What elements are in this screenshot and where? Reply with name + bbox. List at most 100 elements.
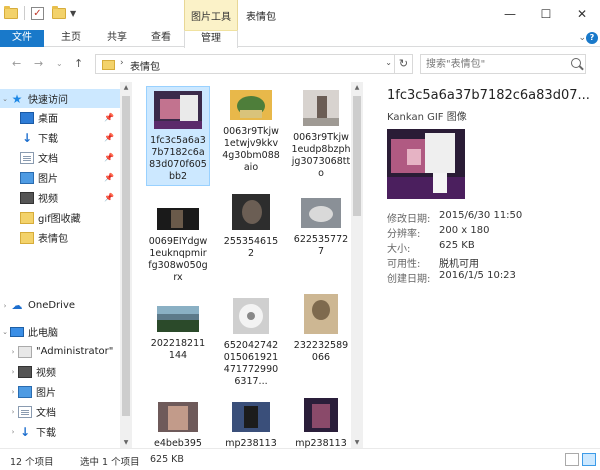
breadcrumb[interactable]: 表情包 [130, 58, 160, 73]
file-tile[interactable]: mp238113 [289, 394, 353, 448]
download-icon: ↓ [19, 424, 31, 439]
property-modified: 修改日期: 2015/6/30 11:50 [387, 210, 522, 225]
navigation-scrollbar[interactable]: ▲ ▼ [120, 82, 132, 448]
file-tile[interactable]: 202218211144 [146, 302, 210, 362]
property-key: 可用性: [387, 259, 421, 270]
up-arrow-icon[interactable]: ↑ [74, 57, 83, 70]
properties-icon[interactable]: ✓ [31, 6, 44, 20]
forward-arrow-icon[interactable]: → [34, 57, 43, 70]
pictures-icon [18, 385, 32, 398]
collapse-icon[interactable]: ⌄ [0, 95, 10, 103]
property-value[interactable]: 2015/6/30 11:50 [439, 210, 522, 225]
nav-administrator[interactable]: › "Administrator" [0, 342, 120, 361]
computer-icon [10, 326, 24, 337]
tab-view[interactable]: 查看 [140, 30, 182, 47]
file-tile[interactable]: 2553546152 [219, 190, 283, 260]
refresh-icon[interactable]: ↻ [394, 55, 412, 73]
minimize-button[interactable]: — [492, 0, 528, 28]
nav-label: 快速访问 [28, 95, 68, 106]
file-thumbnail [154, 91, 202, 129]
expand-icon[interactable]: › [8, 408, 18, 416]
file-tile[interactable]: 0069EIYdgw1euknqpmirfg308w050grx [146, 204, 210, 284]
nav-documents[interactable]: 文档 📌 [0, 148, 120, 167]
file-name: 652042742015061921471772990631​7... [223, 340, 279, 387]
tab-file[interactable]: 文件 [0, 30, 44, 47]
nav-pc-documents[interactable]: › 文档 [0, 402, 120, 421]
ribbon-tabs: 文件 主页 共享 查看 管理 ⌄ ? [0, 30, 600, 48]
scroll-down-icon[interactable]: ▼ [351, 439, 363, 446]
file-tile[interactable]: 0063r9Tkjw1etwjv9kkv4g30bm088aio [219, 86, 283, 174]
help-icon[interactable]: ? [586, 32, 598, 44]
scrollbar-thumb[interactable] [122, 96, 130, 416]
file-tile[interactable]: 0063r9Tkjw1eudp8bzphjg3073068tto [289, 86, 353, 180]
nav-pc-downloads[interactable]: › ↓ 下载 [0, 422, 120, 441]
breadcrumb-chevron-icon[interactable]: › [120, 58, 124, 68]
scroll-up-icon[interactable]: ▲ [120, 84, 132, 91]
nav-pictures[interactable]: 图片 📌 [0, 168, 120, 187]
navigation-pane: ⌄ ★ 快速访问 桌面 📌 ↓ 下载 📌 文档 📌 图片 📌 视频 📌 gif图… [0, 82, 120, 448]
property-key: 修改日期: [387, 214, 431, 225]
file-tile[interactable]: mp238113 [219, 398, 283, 448]
nav-quick-access[interactable]: ⌄ ★ 快速访问 [0, 89, 120, 108]
folder-icon [20, 211, 34, 224]
maximize-button[interactable]: ☐ [528, 0, 564, 28]
tab-home[interactable]: 主页 [50, 30, 92, 47]
address-bar[interactable]: › 表情包 ⌄ ↻ [95, 54, 413, 74]
nav-pc-pictures[interactable]: › 图片 [0, 382, 120, 401]
search-icon[interactable] [571, 58, 581, 68]
nav-videos[interactable]: 视频 📌 [0, 188, 120, 207]
address-history-icon[interactable]: ⌄ [385, 58, 392, 67]
nav-label: 表情包 [38, 234, 68, 245]
search-input[interactable] [426, 57, 564, 71]
file-tile[interactable]: 1fc3c5a6a37b7182c6a83d070f605bb2 [146, 86, 210, 186]
nav-label: 下载 [36, 428, 56, 439]
file-tile[interactable]: 6225357727 [289, 194, 353, 258]
window-controls: — ☐ ✕ [492, 0, 600, 28]
property-value: 200 x 180 [439, 225, 490, 236]
tab-share[interactable]: 共享 [96, 30, 138, 47]
expand-icon[interactable]: › [8, 388, 18, 396]
nav-emoji-pack[interactable]: 表情包 [0, 228, 120, 247]
close-button[interactable]: ✕ [564, 0, 600, 28]
star-icon: ★ [11, 91, 23, 106]
pin-icon: 📌 [104, 173, 114, 182]
scrollbar-thumb[interactable] [353, 96, 361, 216]
expand-icon[interactable]: › [0, 302, 10, 310]
scroll-down-icon[interactable]: ▼ [120, 439, 132, 446]
property-value[interactable]: 2016/1/5 10:23 [439, 270, 516, 285]
document-icon [18, 405, 32, 418]
nav-pc-videos[interactable]: › 视频 [0, 362, 120, 381]
file-name: mp238113 [295, 438, 347, 448]
search-box[interactable] [420, 54, 586, 74]
file-thumbnail [304, 294, 338, 334]
tab-manage[interactable]: 管理 [184, 30, 238, 48]
back-arrow-icon[interactable]: ← [12, 57, 21, 70]
file-list-scrollbar[interactable]: ▲ ▼ [351, 82, 363, 448]
pin-icon: 📌 [104, 133, 114, 142]
context-tab-label: 图片工具 [191, 12, 231, 23]
chevron-down-icon[interactable]: ⌄ [578, 33, 586, 43]
expand-icon[interactable]: › [8, 348, 18, 356]
nav-onedrive[interactable]: › ☁ OneDrive [0, 296, 120, 315]
expand-icon[interactable]: › [8, 368, 18, 376]
nav-gif-collection[interactable]: gif图收藏 [0, 208, 120, 227]
nav-this-pc[interactable]: ⌄ 此电脑 [0, 322, 120, 341]
collapse-icon[interactable]: ⌄ [0, 328, 10, 336]
customize-toolbar-icon[interactable]: ▼ [70, 9, 76, 18]
file-tile[interactable]: 652042742015061921471772990631​7... [219, 294, 283, 388]
file-tile[interactable]: e4beb395 [146, 398, 210, 448]
large-icons-view-icon[interactable] [582, 453, 596, 466]
document-icon [20, 151, 34, 164]
scroll-up-icon[interactable]: ▲ [351, 84, 363, 91]
recent-locations-icon[interactable]: ⌄ [56, 59, 63, 68]
nav-desktop[interactable]: 桌面 📌 [0, 108, 120, 127]
file-tile[interactable]: 232232589066 [289, 290, 353, 364]
cloud-icon: ☁ [11, 298, 23, 312]
file-name: mp238113 [225, 438, 277, 448]
nav-label: gif图收藏 [38, 214, 81, 225]
new-folder-icon[interactable] [52, 5, 66, 19]
details-view-icon[interactable] [565, 453, 579, 466]
file-name: 2553546152 [223, 236, 279, 259]
expand-icon[interactable]: › [8, 428, 18, 436]
nav-downloads[interactable]: ↓ 下载 📌 [0, 128, 120, 147]
